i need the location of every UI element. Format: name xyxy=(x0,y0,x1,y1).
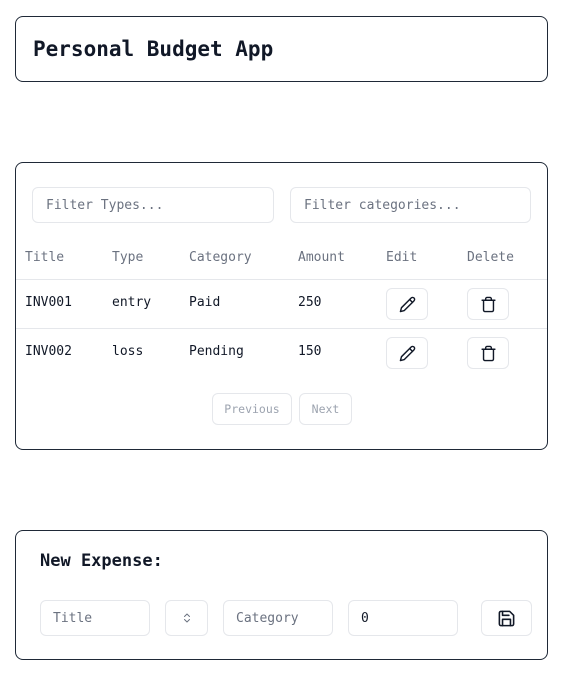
trash-icon xyxy=(480,296,496,312)
expense-type-select[interactable] xyxy=(165,600,208,636)
previous-page-button[interactable]: Previous xyxy=(212,393,292,425)
save-expense-button[interactable] xyxy=(481,600,532,636)
row-title: INV001 xyxy=(25,295,72,310)
next-page-button[interactable]: Next xyxy=(299,393,352,425)
row-amount: 150 xyxy=(298,344,322,359)
transactions-panel: Title Type Category Amount Edit Delete I… xyxy=(15,162,548,450)
filter-categories-input[interactable] xyxy=(290,187,531,223)
chevrons-up-down-icon xyxy=(183,613,190,623)
column-header-edit: Edit xyxy=(386,250,418,265)
column-header-category: Category xyxy=(189,250,252,265)
row-divider xyxy=(16,328,547,329)
column-header-title: Title xyxy=(25,250,65,265)
column-header-amount: Amount xyxy=(298,250,345,265)
row-category: Pending xyxy=(189,344,244,359)
column-header-type: Type xyxy=(112,250,144,265)
save-icon xyxy=(498,610,515,626)
edit-button[interactable] xyxy=(386,288,428,320)
form-title: New Expense: xyxy=(40,551,163,571)
delete-button[interactable] xyxy=(467,288,509,320)
app-title: Personal Budget App xyxy=(33,37,274,61)
row-category: Paid xyxy=(189,295,221,310)
app-header: Personal Budget App xyxy=(15,16,548,82)
row-type: entry xyxy=(112,295,152,310)
trash-icon xyxy=(480,345,496,361)
expense-amount-input[interactable] xyxy=(348,600,458,636)
row-type: loss xyxy=(112,344,144,359)
new-expense-form: New Expense: xyxy=(15,530,548,660)
table-header-divider xyxy=(16,279,547,280)
filter-types-input[interactable] xyxy=(32,187,274,223)
column-header-delete: Delete xyxy=(467,250,514,265)
row-amount: 250 xyxy=(298,295,322,310)
expense-category-input[interactable] xyxy=(223,600,333,636)
expense-title-input[interactable] xyxy=(40,600,150,636)
pencil-icon xyxy=(399,296,415,312)
edit-button[interactable] xyxy=(386,337,428,369)
row-title: INV002 xyxy=(25,344,72,359)
pencil-icon xyxy=(399,345,415,361)
delete-button[interactable] xyxy=(467,337,509,369)
